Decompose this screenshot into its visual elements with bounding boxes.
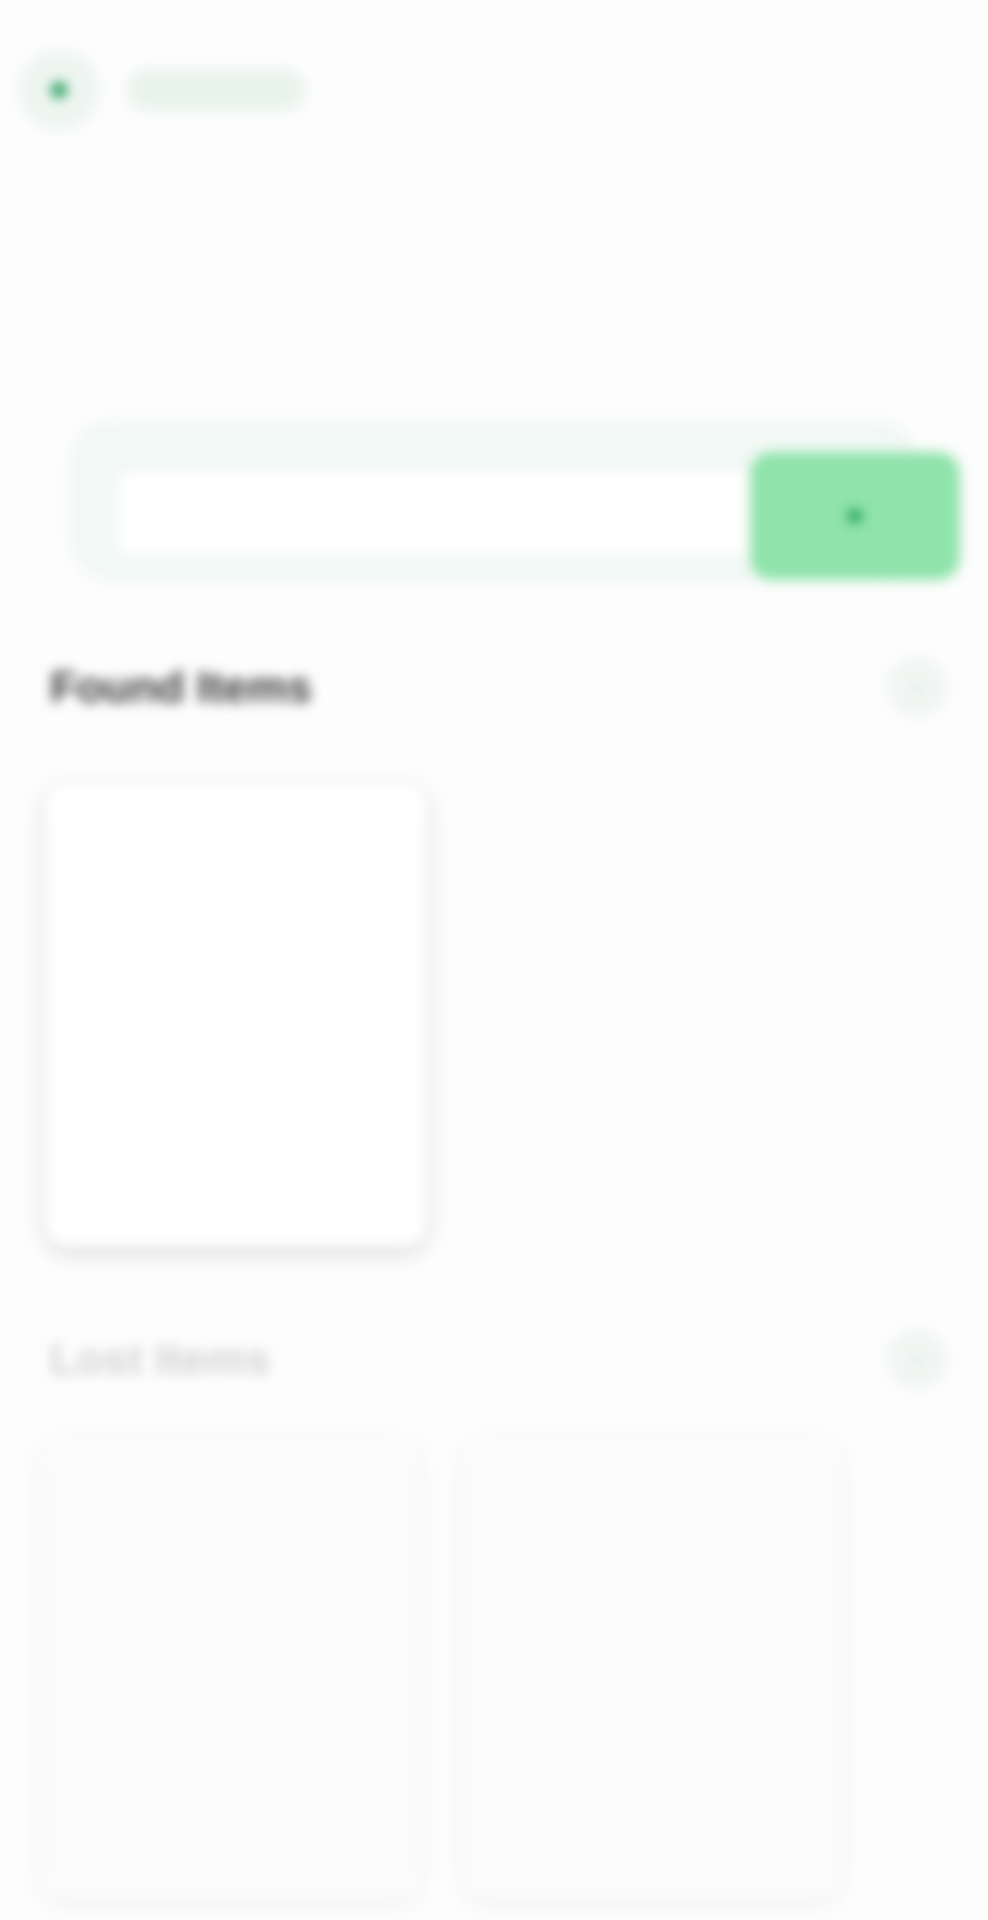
header	[18, 42, 306, 138]
home-screen: Found Items › Lost Items ›	[0, 0, 988, 1920]
lost-item-card[interactable]	[462, 1440, 842, 1900]
search-input[interactable]	[118, 472, 758, 554]
chevron-right-icon[interactable]: ›	[886, 656, 948, 718]
found-item-card[interactable]	[46, 784, 426, 1246]
search-panel	[70, 420, 960, 582]
location-dot	[51, 82, 67, 98]
lost-item-card[interactable]	[40, 1440, 420, 1900]
location-pin-icon[interactable]	[18, 49, 100, 131]
search-icon	[848, 509, 862, 523]
section-header-found: Found Items ›	[40, 652, 948, 722]
location-label[interactable]	[126, 69, 306, 111]
section-title-found: Found Items	[50, 663, 312, 712]
section-title-lost: Lost Items	[50, 1335, 271, 1384]
section-header-lost: Lost Items ›	[40, 1324, 948, 1394]
chevron-right-icon[interactable]: ›	[886, 1328, 948, 1390]
search-button[interactable]	[750, 452, 960, 580]
